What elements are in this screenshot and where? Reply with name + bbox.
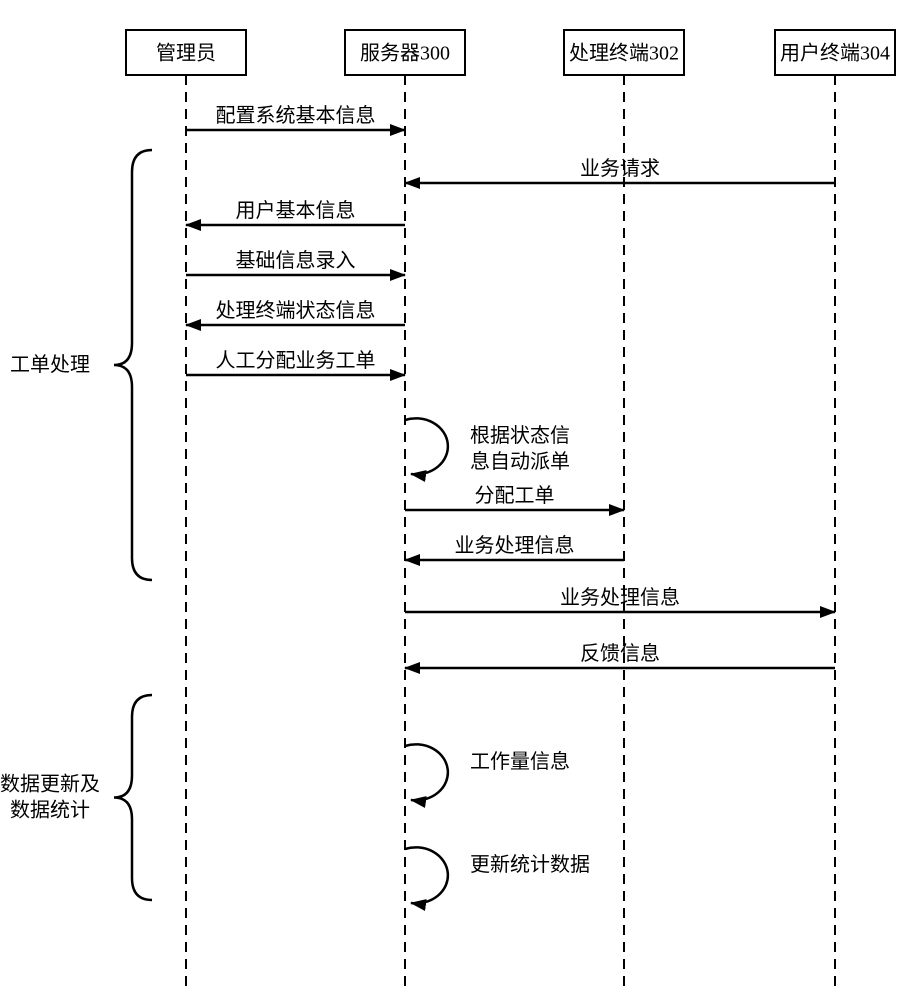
- message-label-m10: 业务处理信息: [560, 586, 680, 609]
- self-message-m12: [405, 744, 448, 800]
- message-label-m1: 配置系统基本信息: [216, 104, 376, 127]
- phase-label-p1: 工单处理: [10, 353, 90, 376]
- message-label-m13: 更新统计数据: [470, 853, 590, 876]
- message-label-m5: 处理终端状态信息: [216, 299, 376, 322]
- actor-label-admin: 管理员: [156, 42, 216, 65]
- message-label-m6: 人工分配业务工单: [216, 349, 376, 372]
- message-label-m9: 业务处理信息: [455, 534, 575, 557]
- brace-p2: [114, 695, 152, 900]
- sequence-diagram: 管理员 服务器300 处理终端302 用户终端304 配置系统基本信息业务请求用户基本信…: [0, 0, 923, 1000]
- phase-label-p2-1: 数据统计: [10, 799, 90, 822]
- actor-label-server: 服务器300: [360, 42, 450, 65]
- brace-p1: [114, 150, 152, 580]
- message-label-m11: 反馈信息: [580, 642, 660, 665]
- message-label-m8: 分配工单: [475, 484, 555, 507]
- message-label-m7b: 息自动派单: [470, 450, 570, 473]
- actor-label-proc: 处理终端302: [569, 42, 679, 65]
- phase-label-p2-0: 数据更新及: [0, 773, 100, 796]
- actor-label-user: 用户终端304: [780, 42, 890, 65]
- self-message-m13: [405, 847, 448, 903]
- message-label-m4: 基础信息录入: [236, 249, 356, 272]
- message-label-m3: 用户基本信息: [236, 199, 356, 222]
- message-label-m2: 业务请求: [580, 157, 660, 180]
- message-label-m7a: 根据状态信: [470, 424, 570, 447]
- message-label-m12: 工作量信息: [470, 750, 570, 773]
- self-message-m7a: [405, 418, 448, 474]
